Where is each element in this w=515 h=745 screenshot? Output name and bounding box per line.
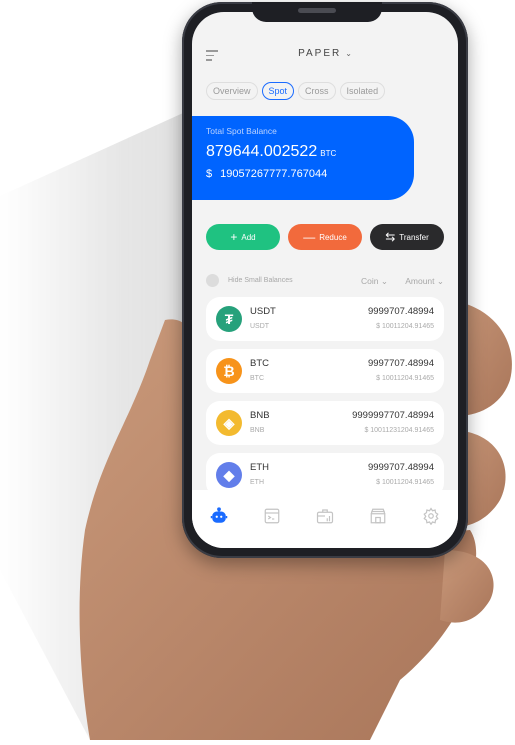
asset-row-btc[interactable]: ₿ BTC BTC 9997707.48994 $ 10011204.91465	[206, 349, 444, 393]
minus-icon: —	[303, 230, 316, 244]
reduce-button[interactable]: — Reduce	[288, 224, 362, 250]
wallet-tabs: Overview Spot Cross Isolated	[206, 82, 386, 100]
asset-usd-value: $ 10011231204.91465	[364, 427, 434, 434]
asset-row-bnb[interactable]: ◈ BNB BNB 9999997707.48994 $ 10011231204…	[206, 401, 444, 445]
transfer-label: Transfer	[399, 232, 429, 242]
balance-btc: 879644.002522 BTC	[206, 143, 336, 161]
app-screen: PAPER ⌄ Overview Spot Cross Isolated Tota…	[192, 12, 458, 548]
coin-sort-dropdown[interactable]: Coin ⌄	[361, 276, 388, 287]
asset-subtitle: ETH	[250, 479, 264, 486]
asset-subtitle: BNB	[250, 427, 265, 434]
asset-filters: Hide Small Balances Coin ⌄ Amount ⌄	[206, 274, 444, 288]
asset-usd-value: $ 10011204.91465	[376, 323, 434, 330]
balance-label: Total Spot Balance	[206, 126, 277, 136]
balance-btc-value: 879644.002522	[206, 143, 318, 160]
balance-btc-unit: BTC	[320, 149, 337, 158]
top-bar: PAPER ⌄	[192, 44, 458, 68]
notch	[252, 2, 382, 22]
asset-symbol: USDT	[250, 306, 276, 317]
asset-amount: 9999997707.48994	[352, 410, 434, 421]
asset-symbol: BNB	[250, 410, 270, 421]
robot-icon	[210, 507, 227, 523]
asset-amount: 9999707.48994	[367, 306, 434, 317]
asset-amount: 9999707.48994	[367, 462, 434, 473]
reduce-label: Reduce	[319, 232, 347, 242]
asset-subtitle: BTC	[250, 375, 264, 382]
tab-spot[interactable]: Spot	[261, 82, 295, 100]
action-buttons: + Add — Reduce ⇆ Transfer	[206, 224, 444, 250]
asset-subtitle: USDT	[250, 323, 270, 330]
nav-bot[interactable]	[208, 505, 230, 527]
usdt-icon: ₮	[216, 306, 242, 332]
eth-icon: ◆	[216, 462, 242, 488]
asset-usd-value: $ 10011204.91465	[376, 375, 434, 382]
nav-marketplace[interactable]	[367, 505, 389, 527]
transfer-arrows-icon: ⇆	[385, 230, 396, 244]
balance-card: Total Spot Balance 879644.002522 BTC $190…	[192, 116, 414, 200]
tab-overview[interactable]: Overview	[206, 82, 258, 100]
balance-usd: $19057267777.767044	[206, 168, 327, 180]
usd-symbol: $	[206, 168, 213, 180]
account-selector[interactable]: PAPER ⌄	[192, 48, 458, 59]
asset-symbol: BTC	[250, 358, 269, 369]
bnb-icon: ◈	[216, 410, 242, 436]
asset-amount: 9997707.48994	[367, 358, 434, 369]
add-button[interactable]: + Add	[206, 224, 280, 250]
asset-symbol: ETH	[250, 462, 269, 473]
btc-icon: ₿	[216, 358, 242, 384]
asset-row-usdt[interactable]: ₮ USDT USDT 9999707.48994 $ 10011204.914…	[206, 297, 444, 341]
nav-portfolio[interactable]	[314, 505, 336, 527]
amount-sort-dropdown[interactable]: Amount ⌄	[405, 276, 444, 287]
terminal-icon	[264, 508, 280, 524]
nav-terminal[interactable]	[261, 505, 283, 527]
tab-isolated[interactable]: Isolated	[339, 82, 386, 100]
briefcase-chart-icon	[316, 509, 334, 524]
balance-usd-value: 19057267777.767044	[220, 168, 328, 180]
hide-small-balances-toggle[interactable]	[206, 274, 219, 287]
chevron-down-icon: ⌄	[345, 49, 352, 58]
phone-frame: PAPER ⌄ Overview Spot Cross Isolated Tota…	[182, 2, 468, 558]
bottom-nav	[192, 490, 458, 548]
nav-settings[interactable]	[420, 505, 442, 527]
tab-cross[interactable]: Cross	[298, 82, 336, 100]
plus-icon: +	[230, 230, 238, 244]
account-label: PAPER	[298, 48, 342, 59]
store-icon	[370, 508, 386, 524]
transfer-button[interactable]: ⇆ Transfer	[370, 224, 444, 250]
asset-usd-value: $ 10011204.91465	[376, 479, 434, 486]
hide-small-balances-label: Hide Small Balances	[228, 277, 293, 284]
speaker	[298, 8, 336, 13]
add-label: Add	[241, 232, 256, 242]
gear-icon	[423, 507, 439, 525]
asset-list: ₮ USDT USDT 9999707.48994 $ 10011204.914…	[206, 297, 444, 505]
